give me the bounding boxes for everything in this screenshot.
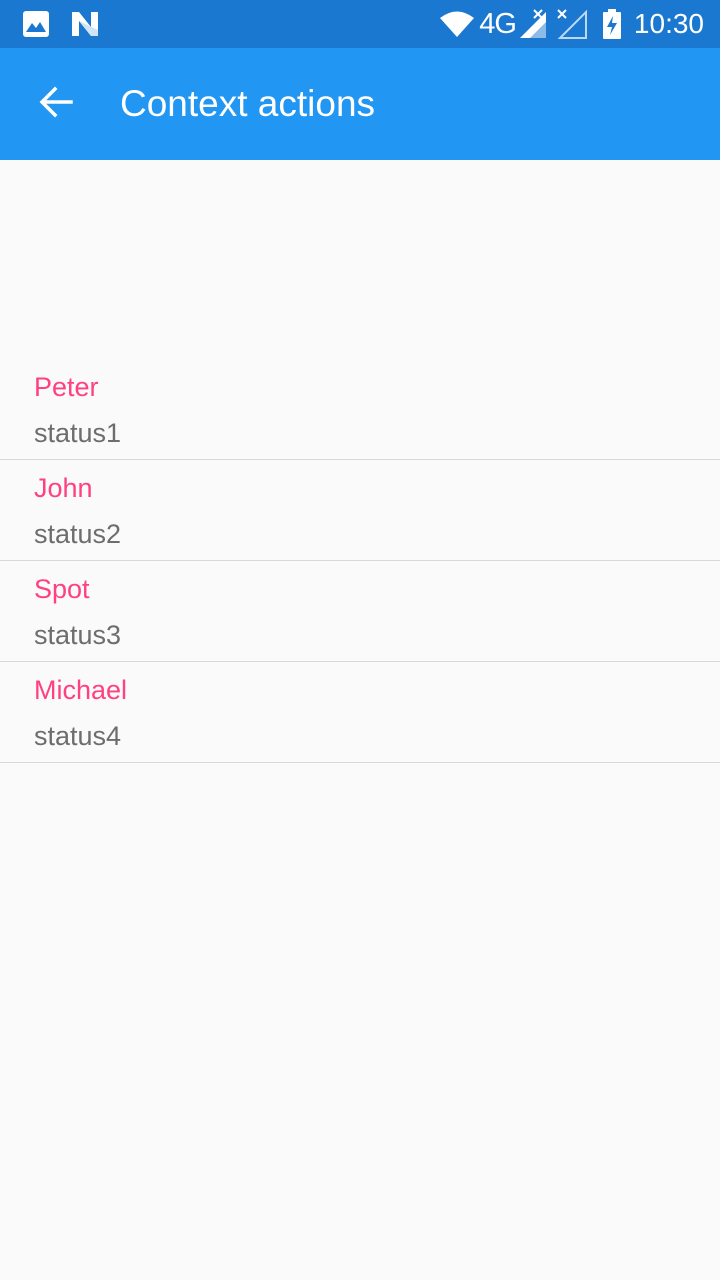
list-item-name: John	[34, 473, 93, 503]
battery-charging-icon	[602, 9, 622, 39]
list-item-status: status2	[34, 519, 122, 549]
status-left-group	[22, 10, 120, 38]
list-item[interactable]: John status2	[0, 460, 720, 561]
list-item-status: status1	[34, 418, 122, 448]
clock: 10:30	[633, 8, 704, 39]
list-item[interactable]: Michael status4	[0, 662, 720, 763]
list-item[interactable]: Spot status3	[0, 561, 720, 662]
signal-icon	[516, 8, 548, 40]
list-item-status: status4	[34, 721, 122, 751]
status-bar: 4G 10:30	[0, 0, 720, 48]
list-item-name: Spot	[34, 574, 90, 604]
contact-list: Peter status1 John status2 Spot status3 …	[0, 359, 720, 763]
list-item-status: status3	[34, 620, 122, 650]
list-item-name: Michael	[34, 675, 128, 705]
list-item-name: Peter	[34, 372, 99, 402]
arrow-back-icon	[39, 85, 73, 124]
app-bar: Context actions	[0, 48, 720, 160]
n-notification-icon	[70, 10, 100, 38]
back-button[interactable]	[20, 68, 92, 140]
image-icon	[22, 10, 50, 38]
list-item[interactable]: Peter status1	[0, 359, 720, 460]
network-type-label: 4G	[479, 7, 517, 40]
wifi-icon	[439, 10, 475, 38]
signal-empty-icon	[556, 8, 588, 40]
page-title: Context actions	[120, 83, 376, 124]
status-right-group: 4G 10:30	[431, 8, 704, 41]
